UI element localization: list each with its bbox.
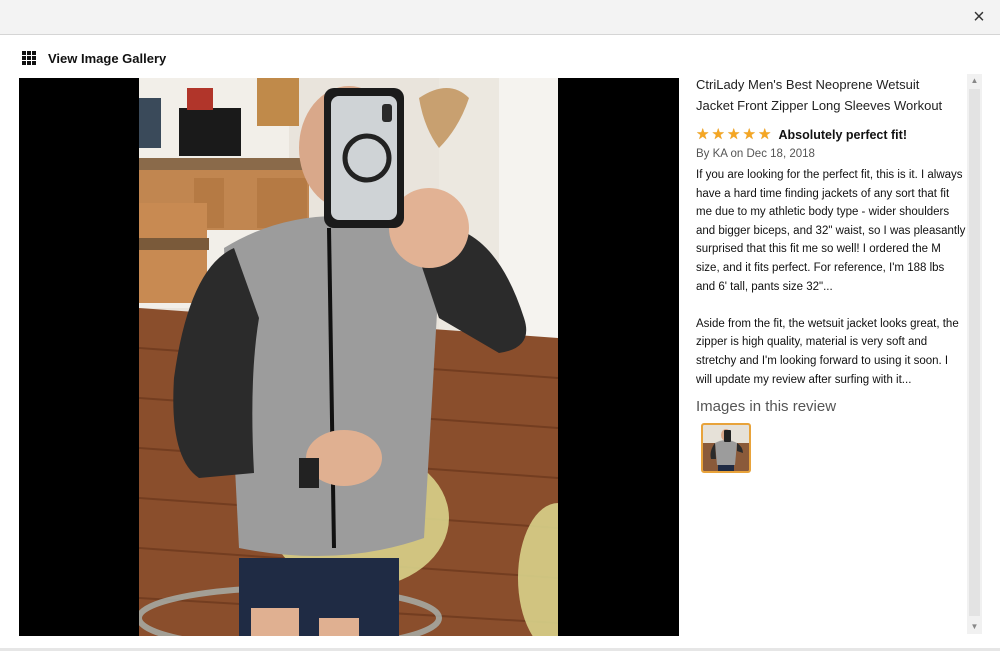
scroll-thumb[interactable] [969,89,980,616]
gallery-label: View Image Gallery [48,50,167,66]
star-icon: ★ [758,126,772,143]
scroll-down-icon[interactable]: ▼ [967,620,982,634]
review-photo[interactable] [139,78,558,636]
star-rating: ★ ★ ★ ★ ★ [696,127,774,143]
review-title: Absolutely perfect fit! [778,128,908,142]
rating-row: ★ ★ ★ ★ ★ Absolutely perfect fit! [696,126,966,144]
star-icon: ★ [742,126,756,143]
star-icon: ★ [711,126,725,143]
review-byline: By KA on Dec 18, 2018 [696,148,815,160]
review-panel: CtriLady Men's Best Neoprene Wetsuit Jac… [696,74,966,634]
images-heading: Images in this review [696,398,837,416]
grid-icon [22,51,36,65]
scroll-up-icon[interactable]: ▲ [967,74,982,88]
star-icon: ★ [727,126,741,143]
review-body: If you are looking for the perfect fit, … [696,166,966,389]
view-image-gallery-link[interactable]: View Image Gallery [22,48,166,68]
product-title[interactable]: CtriLady Men's Best Neoprene Wetsuit Jac… [696,74,966,116]
review-paragraph: Aside from the fit, the wetsuit jacket l… [696,317,959,386]
star-icon: ★ [696,126,710,143]
image-viewer [19,78,679,636]
modal-header: × [0,0,1000,35]
review-image-thumbnail[interactable] [701,423,751,474]
review-paragraph: If you are looking for the perfect fit, … [696,169,966,293]
review-scrollbar[interactable]: ▲ ▼ [967,74,982,634]
close-button[interactable]: × [968,6,990,28]
